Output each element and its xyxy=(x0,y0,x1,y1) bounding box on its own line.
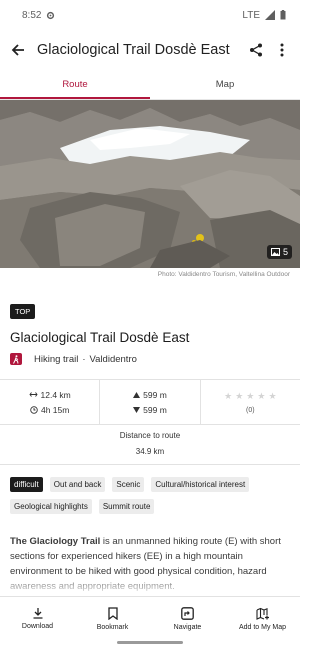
star-icon: ★ xyxy=(235,390,244,401)
download-icon xyxy=(33,608,42,619)
share-icon[interactable] xyxy=(246,40,266,60)
add-to-map-label: Add to My Map xyxy=(238,623,287,631)
distance-to-route-value: 34.9 km xyxy=(135,447,165,456)
photo-caption: Photo: Valdidentro Tourism, Valtellina O… xyxy=(157,271,290,278)
distance-to-route: Distance to route 34.9 km xyxy=(0,425,300,465)
route-type: Hiking trail xyxy=(34,353,79,365)
more-vert-icon[interactable] xyxy=(272,40,292,60)
image-icon xyxy=(270,248,280,256)
tag-out-and-back: Out and back xyxy=(49,477,106,492)
ascent-icon xyxy=(133,391,141,398)
type-separator: · xyxy=(82,353,86,365)
download-label: Download xyxy=(21,623,54,630)
rating-stats[interactable]: ★ ★ ★ ★ ★ (0) xyxy=(199,380,300,424)
navigate-label: Navigate xyxy=(173,623,202,631)
stats-panel: 12.4 km 4h 15m 599 m 599 m ★ ★ ★ ★ ★ (0) xyxy=(0,379,300,425)
tab-bar: Route Map xyxy=(0,72,300,100)
route-descent: 599 m xyxy=(143,404,167,415)
route-region: Valdidentro xyxy=(89,353,137,365)
elevation-stats: 599 m 599 m xyxy=(99,380,199,424)
star-icon: ★ xyxy=(268,390,277,401)
tag-summit-route: Summit route xyxy=(98,499,155,514)
navigate-icon xyxy=(181,606,194,620)
rating-stars[interactable]: ★ ★ ★ ★ ★ xyxy=(224,391,276,402)
add-to-map-button[interactable]: Add to My Map xyxy=(225,597,300,640)
clock-icon xyxy=(30,405,38,414)
download-button[interactable]: Download xyxy=(0,597,75,640)
distance-duration-stats: 12.4 km 4h 15m xyxy=(0,380,99,424)
signal-icon xyxy=(265,10,275,20)
route-title: Glaciological Trail Dosdè East xyxy=(10,330,190,345)
tab-map[interactable]: Map xyxy=(150,72,300,99)
arrow-back-icon[interactable] xyxy=(8,40,28,60)
star-icon: ★ xyxy=(224,390,233,401)
photo-count-badge[interactable]: 5 xyxy=(266,245,292,259)
route-distance: 12.4 km xyxy=(40,389,71,400)
route-duration: 4h 15m xyxy=(40,404,70,415)
route-type-line: Hiking trail · Valdidentro xyxy=(10,353,137,365)
bottom-action-bar: Download Bookmark Navigate Add to My Map xyxy=(0,596,300,640)
star-icon: ★ xyxy=(257,390,266,401)
tag-cultural: Cultural/historical interest xyxy=(151,477,250,492)
top-badge: TOP xyxy=(10,304,36,319)
distance-icon xyxy=(28,392,38,397)
gesture-bar[interactable] xyxy=(117,641,183,644)
tag-list: difficult Out and back Scenic Cultural/h… xyxy=(10,477,292,514)
tab-route[interactable]: Route xyxy=(0,72,150,99)
rating-count: (0) xyxy=(246,406,255,414)
bookmark-icon xyxy=(107,606,118,620)
status-time: 8:52 xyxy=(22,9,42,21)
settings-icon xyxy=(47,11,55,19)
battery-icon xyxy=(280,10,286,20)
distance-to-route-label: Distance to route xyxy=(119,431,181,440)
star-icon: ★ xyxy=(246,390,255,401)
glacier-landscape-image xyxy=(0,100,300,268)
bookmark-button[interactable]: Bookmark xyxy=(75,597,150,640)
app-bar: Glaciological Trail Dosdè East xyxy=(0,30,300,70)
tag-geological: Geological highlights xyxy=(10,499,92,514)
description-lead: The Glaciology Trail xyxy=(10,536,101,547)
descent-icon xyxy=(133,406,141,413)
page-title: Glaciological Trail Dosdè East xyxy=(37,42,230,58)
hiking-icon xyxy=(10,353,22,365)
navigate-button[interactable]: Navigate xyxy=(150,597,225,640)
bookmark-label: Bookmark xyxy=(96,623,129,631)
tag-difficulty: difficult xyxy=(10,477,43,492)
description-fade xyxy=(0,574,300,596)
photo-count: 5 xyxy=(282,247,288,257)
status-bar: 8:52 LTE xyxy=(0,0,300,30)
network-label: LTE xyxy=(242,9,260,21)
add-to-map-icon xyxy=(255,607,269,620)
hero-photo[interactable]: 5 xyxy=(0,100,300,268)
tag-scenic: Scenic xyxy=(112,477,145,492)
route-ascent: 599 m xyxy=(143,389,167,400)
